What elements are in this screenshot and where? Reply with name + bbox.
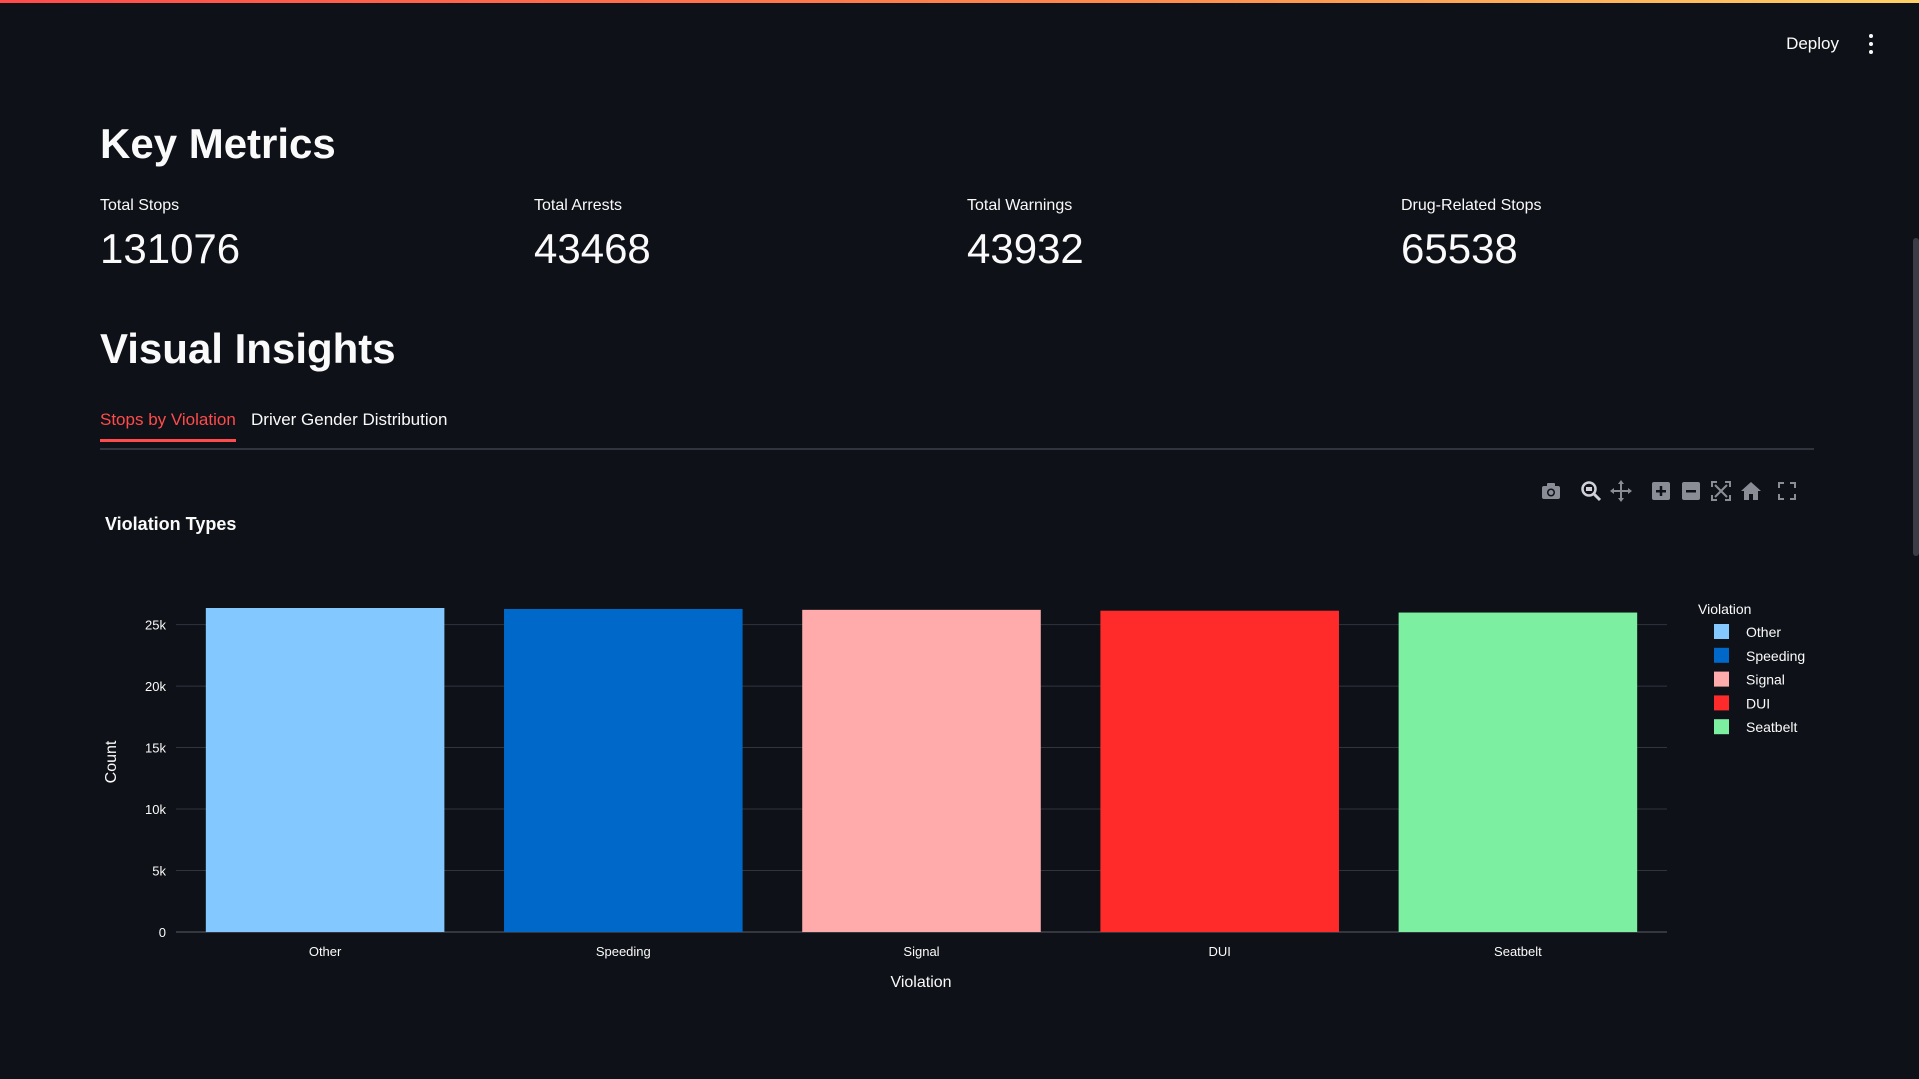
metric-label: Total Warnings xyxy=(967,197,1073,214)
bar-dui[interactable] xyxy=(1100,610,1339,932)
y-tick-label: 25k xyxy=(145,618,166,633)
top-decoration-bar xyxy=(0,0,1919,3)
zoom-out-icon[interactable] xyxy=(1680,480,1702,502)
kebab-menu-icon[interactable] xyxy=(1869,34,1873,54)
autoscale-icon[interactable] xyxy=(1710,480,1732,502)
metric-total-warnings: Total Warnings 43932 xyxy=(967,197,1084,273)
legend-swatch xyxy=(1714,671,1729,687)
x-axis-title: Violation xyxy=(890,974,951,991)
chart-legend: Other Speeding Signal DUI Seatbelt xyxy=(1714,624,1805,735)
chart-gridlines xyxy=(176,624,1667,933)
bar-speeding[interactable] xyxy=(504,608,743,932)
legend-swatch xyxy=(1714,647,1729,663)
camera-icon[interactable] xyxy=(1540,480,1562,502)
tab-label: Driver Gender Distribution xyxy=(251,410,448,429)
metric-value: 131076 xyxy=(100,225,241,272)
deploy-button[interactable]: Deploy xyxy=(1786,34,1839,54)
metric-label: Total Arrests xyxy=(534,197,623,214)
metric-value: 65538 xyxy=(1401,225,1518,272)
legend-label: Speeding xyxy=(1746,648,1805,664)
x-tick-label: Other xyxy=(309,944,342,959)
metric-label: Total Stops xyxy=(100,197,180,214)
key-metrics-title: Key Metrics xyxy=(100,120,336,167)
x-tick-label: DUI xyxy=(1209,944,1231,959)
x-axis-ticks: Other Speeding Signal DUI Seatbelt xyxy=(309,944,1542,959)
reset-axes-icon[interactable] xyxy=(1740,480,1762,502)
metric-value: 43468 xyxy=(534,225,651,272)
metric-total-stops: Total Stops 131076 xyxy=(100,197,240,273)
tab-label: Stops by Violation xyxy=(100,410,236,429)
bar-seatbelt[interactable] xyxy=(1398,612,1638,932)
legend-item-speeding[interactable]: Speeding xyxy=(1714,647,1805,664)
x-tick-label: Speeding xyxy=(596,944,651,959)
active-tab-indicator xyxy=(100,439,236,442)
tab-stops-by-violation[interactable]: Stops by Violation xyxy=(100,410,236,442)
y-tick-label: 5k xyxy=(152,864,166,879)
legend-label: Other xyxy=(1746,624,1781,640)
metric-value: 43932 xyxy=(967,225,1084,272)
legend-swatch xyxy=(1714,695,1729,711)
legend-label: Seatbelt xyxy=(1746,719,1797,735)
legend-swatch xyxy=(1714,719,1729,735)
legend-label: Signal xyxy=(1746,672,1785,688)
legend-item-seatbelt[interactable]: Seatbelt xyxy=(1714,719,1797,735)
y-tick-label: 20k xyxy=(145,679,166,694)
y-tick-label: 10k xyxy=(145,802,166,817)
tab-bar: Stops by Violation Driver Gender Distrib… xyxy=(100,410,1814,450)
bar-signal[interactable] xyxy=(802,609,1041,932)
legend-title: Violation xyxy=(1698,601,1751,617)
chart-title: Violation Types xyxy=(105,514,236,534)
legend-swatch xyxy=(1714,624,1729,639)
legend-item-dui[interactable]: DUI xyxy=(1714,695,1770,711)
legend-item-other[interactable]: Other xyxy=(1714,624,1781,640)
zoom-in-icon[interactable] xyxy=(1650,480,1672,502)
metric-total-arrests: Total Arrests 43468 xyxy=(534,197,651,273)
legend-label: DUI xyxy=(1746,695,1770,711)
tab-driver-gender-distribution[interactable]: Driver Gender Distribution xyxy=(251,410,448,430)
metric-label: Drug-Related Stops xyxy=(1401,197,1542,214)
y-axis-title: Count xyxy=(103,740,120,783)
header-actions: Deploy xyxy=(1786,34,1873,54)
metric-drug-related-stops: Drug-Related Stops 65538 xyxy=(1401,197,1542,273)
x-tick-label: Signal xyxy=(903,944,939,959)
zoom-icon[interactable] xyxy=(1580,480,1602,502)
y-tick-label: 15k xyxy=(145,741,166,756)
bar-other[interactable] xyxy=(205,607,445,932)
x-tick-label: Seatbelt xyxy=(1494,944,1542,959)
y-axis-ticks: 0 5k 10k 15k 20k 25k xyxy=(145,618,166,940)
metrics-row: Total Stops 131076 Total Arrests 43468 T… xyxy=(100,197,1814,277)
fullscreen-icon[interactable] xyxy=(1776,480,1798,502)
pan-icon[interactable] xyxy=(1610,480,1632,502)
tab-divider xyxy=(100,448,1814,450)
y-tick-label: 0 xyxy=(159,925,166,940)
bars xyxy=(205,607,1638,932)
scrollbar[interactable] xyxy=(1913,238,1919,556)
visual-insights-title: Visual Insights xyxy=(100,325,396,372)
legend-item-signal[interactable]: Signal xyxy=(1714,671,1785,688)
